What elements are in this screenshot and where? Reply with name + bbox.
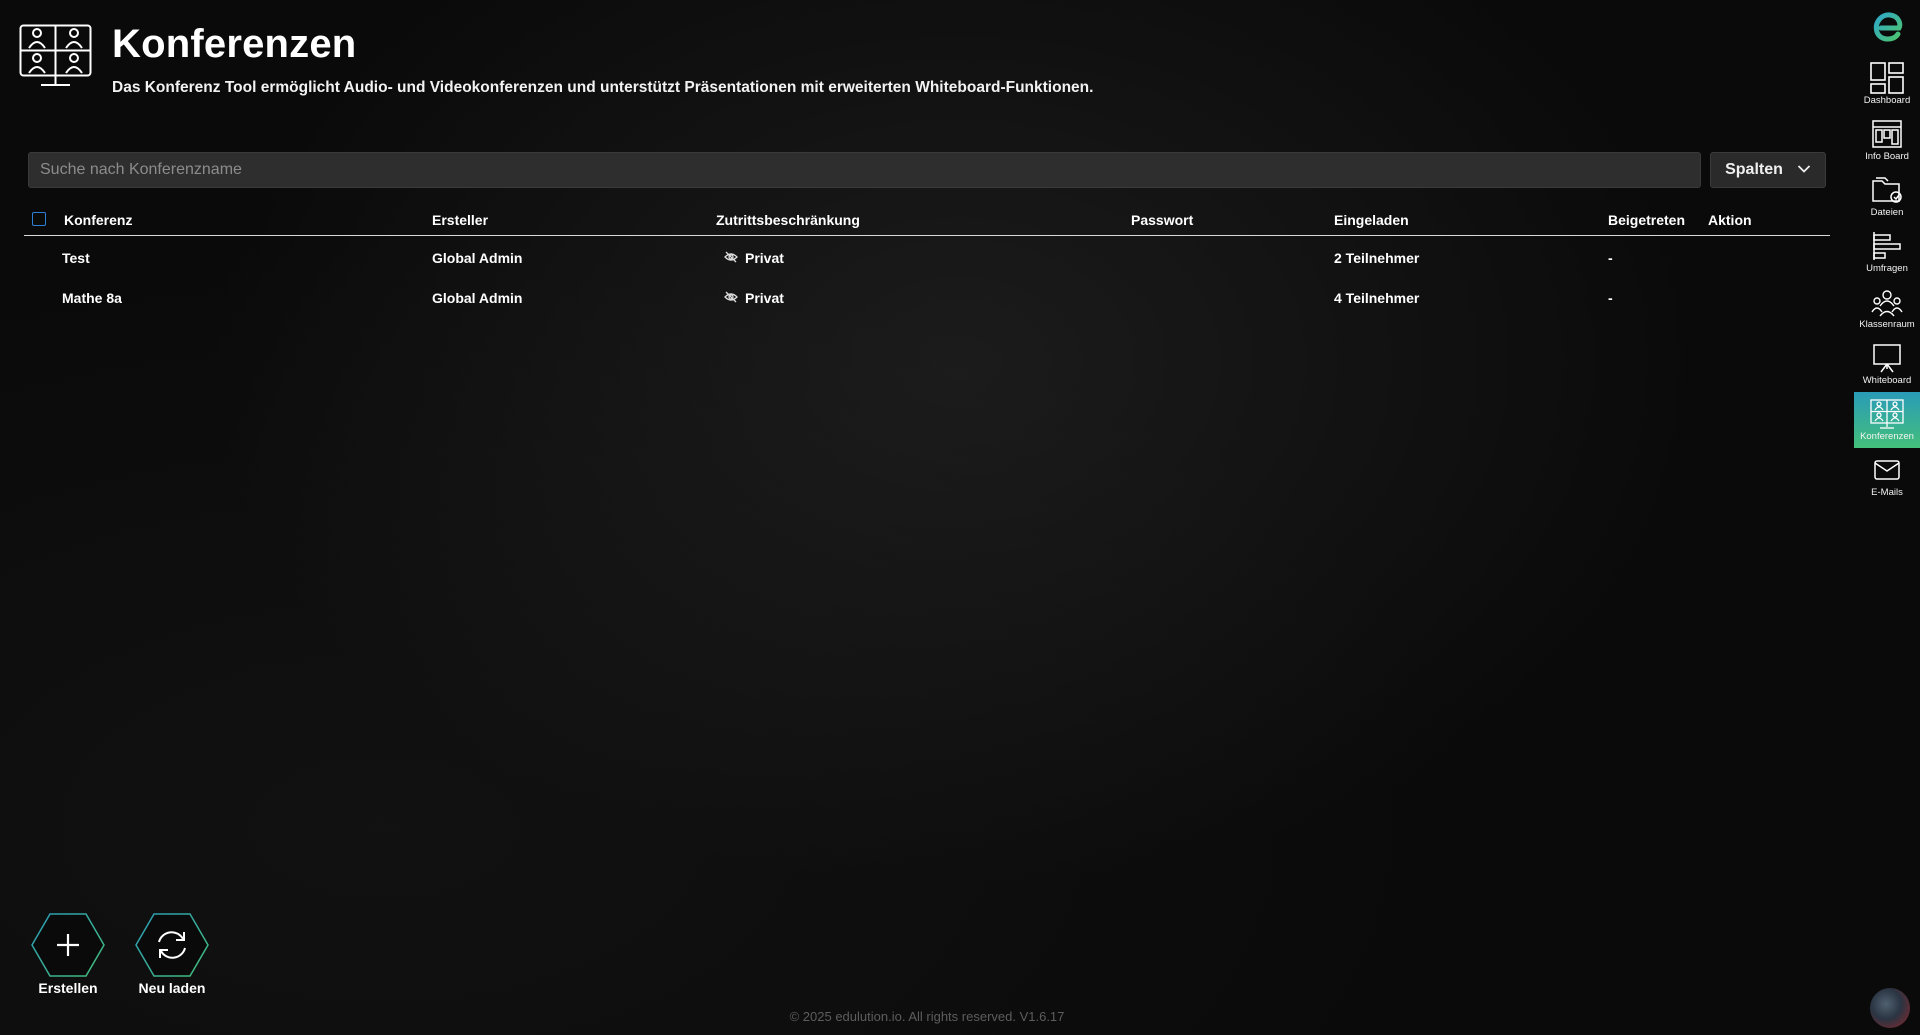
page-subtitle: Das Konferenz Tool ermöglicht Audio- und…	[112, 79, 1094, 96]
footer: © 2025 edulution.io. All rights reserved…	[789, 1009, 1065, 1024]
sidebar-item-whiteboard[interactable]: Whiteboard	[1854, 336, 1920, 392]
cell-ersteller: Global Admin	[432, 250, 523, 266]
cell-eingeladen: 2 Teilnehmer	[1334, 250, 1420, 266]
cell-konferenz: Mathe 8a	[62, 290, 122, 306]
whiteboard-icon	[1872, 342, 1902, 374]
sidebar-item-umfragen[interactable]: Umfragen	[1854, 224, 1920, 280]
cell-ersteller: Global Admin	[432, 290, 523, 306]
header-eingeladen[interactable]: Eingeladen	[1334, 212, 1409, 228]
create-button[interactable]: Erstellen	[23, 912, 113, 996]
eye-off-icon	[724, 290, 738, 306]
privacy-label: Privat	[745, 250, 784, 266]
search-input[interactable]	[28, 152, 1701, 188]
sidebar-item-label: Dashboard	[1863, 95, 1911, 106]
survey-icon	[1872, 230, 1902, 262]
sidebar-item-label: E-Mails	[1871, 487, 1903, 498]
reload-button-label: Neu laden	[138, 980, 206, 996]
privacy-label: Privat	[745, 290, 784, 306]
conference-icon	[1870, 398, 1904, 430]
cell-konferenz: Test	[62, 250, 90, 266]
sidebar-item-label: Dateien	[1870, 207, 1904, 218]
cell-beigetreten: -	[1608, 250, 1613, 266]
cell-eingeladen: 4 Teilnehmer	[1334, 290, 1420, 306]
sidebar-item-label: Whiteboard	[1862, 375, 1912, 386]
columns-button[interactable]: Spalten	[1710, 152, 1826, 188]
cell-zutritt: Privat	[724, 290, 784, 306]
header-passwort[interactable]: Passwort	[1131, 212, 1193, 228]
sidebar-item-label: Konferenzen	[1860, 431, 1914, 442]
table-row[interactable]: Test Global Admin Privat 2 Teilnehmer -	[24, 238, 1830, 278]
columns-button-label: Spalten	[1725, 161, 1783, 178]
cell-beigetreten: -	[1608, 290, 1613, 306]
sidebar: Dashboard Info Board Dateien Umfragen Kl…	[1854, 0, 1920, 1035]
sidebar-item-e-mails[interactable]: E-Mails	[1854, 448, 1920, 504]
avatar[interactable]	[1870, 988, 1910, 1028]
sidebar-item-konferenzen[interactable]: Konferenzen	[1854, 392, 1920, 448]
sidebar-item-dashboard[interactable]: Dashboard	[1854, 56, 1920, 112]
eye-off-icon	[724, 250, 738, 266]
header-konferenz[interactable]: Konferenz	[64, 212, 132, 228]
header-beigetreten[interactable]: Beigetreten	[1608, 212, 1685, 228]
table-header: Konferenz Ersteller Zutrittsbeschränkung…	[24, 208, 1830, 236]
table-row[interactable]: Mathe 8a Global Admin Privat 4 Teilnehme…	[24, 278, 1830, 318]
info-board-icon	[1872, 118, 1902, 150]
plus-icon	[31, 913, 105, 977]
create-button-label: Erstellen	[38, 980, 98, 996]
page-title: Konferenzen	[112, 22, 357, 66]
header-aktion: Aktion	[1708, 212, 1752, 228]
sidebar-item-label: Info Board	[1865, 151, 1909, 162]
header-ersteller[interactable]: Ersteller	[432, 212, 488, 228]
chevron-down-icon	[1797, 161, 1811, 179]
dashboard-icon	[1870, 62, 1904, 94]
classroom-icon	[1871, 286, 1903, 318]
edulution-logo[interactable]	[1872, 10, 1904, 49]
reload-button[interactable]: Neu laden	[127, 912, 217, 996]
sidebar-item-label: Klassenraum	[1859, 319, 1915, 330]
files-icon	[1871, 174, 1903, 206]
header-zutritt[interactable]: Zutrittsbeschränkung	[716, 212, 860, 228]
cell-zutritt: Privat	[724, 250, 784, 266]
conference-icon	[19, 24, 92, 88]
mail-icon	[1874, 454, 1900, 486]
conference-table: Konferenz Ersteller Zutrittsbeschränkung…	[24, 208, 1830, 318]
sidebar-item-klassenraum[interactable]: Klassenraum	[1854, 280, 1920, 336]
sidebar-item-dateien[interactable]: Dateien	[1854, 168, 1920, 224]
select-all-checkbox[interactable]	[32, 212, 46, 226]
sidebar-item-label: Umfragen	[1866, 263, 1908, 274]
sidebar-item-info-board[interactable]: Info Board	[1854, 112, 1920, 168]
refresh-icon	[135, 913, 209, 977]
